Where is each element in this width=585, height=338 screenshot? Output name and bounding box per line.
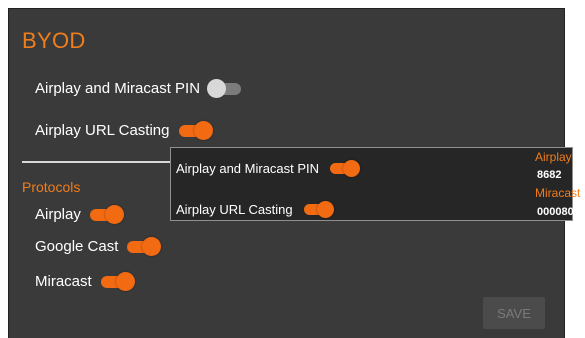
- popup-label: Airplay URL Casting: [176, 202, 293, 217]
- protocol-label: Miracast: [35, 273, 92, 290]
- save-button[interactable]: SAVE: [483, 297, 545, 329]
- protocol-row-google-cast: Google Cast: [35, 236, 162, 256]
- miracast-pin-value: 00008060: [537, 206, 585, 218]
- airplay-pin-label: Airplay: [535, 150, 572, 164]
- airplay-pin-value: 8682: [537, 169, 562, 181]
- popup-label: Airplay and Miracast PIN: [176, 161, 320, 176]
- protocol-row-airplay: Airplay: [35, 204, 124, 224]
- page-title: BYOD: [22, 28, 86, 53]
- byod-status-popup: Airplay and Miracast PIN Airplay URL Cas…: [170, 147, 585, 221]
- setting-label: Airplay and Miracast PIN: [35, 80, 201, 97]
- toggle-knob: [343, 160, 361, 177]
- airplay-toggle[interactable]: [89, 204, 124, 224]
- protocol-label: Google Cast: [35, 238, 119, 255]
- section-divider: [22, 161, 182, 163]
- toggle-knob: [115, 271, 135, 291]
- setting-row-url-casting: Airplay URL Casting: [35, 120, 213, 140]
- pin-toggle[interactable]: [207, 78, 242, 98]
- popup-row-pin: Airplay and Miracast PIN: [176, 160, 361, 177]
- url-casting-toggle[interactable]: [178, 120, 213, 140]
- toggle-knob: [207, 78, 227, 98]
- protocols-heading: Protocols: [22, 179, 81, 195]
- toggle-knob: [142, 236, 162, 256]
- miracast-toggle[interactable]: [100, 271, 135, 291]
- toggle-knob: [104, 204, 124, 224]
- setting-label: Airplay URL Casting: [35, 122, 170, 139]
- popup-url-casting-toggle[interactable]: [303, 201, 334, 218]
- protocol-row-miracast: Miracast: [35, 271, 135, 291]
- toggle-knob: [316, 201, 334, 218]
- setting-row-pin: Airplay and Miracast PIN: [35, 78, 242, 98]
- protocol-label: Airplay: [35, 206, 81, 223]
- toggle-knob: [193, 120, 213, 140]
- popup-row-url-casting: Airplay URL Casting: [176, 201, 334, 218]
- miracast-pin-label: Miracast: [535, 186, 581, 200]
- google-cast-toggle[interactable]: [127, 236, 162, 256]
- popup-pin-toggle[interactable]: [330, 160, 361, 177]
